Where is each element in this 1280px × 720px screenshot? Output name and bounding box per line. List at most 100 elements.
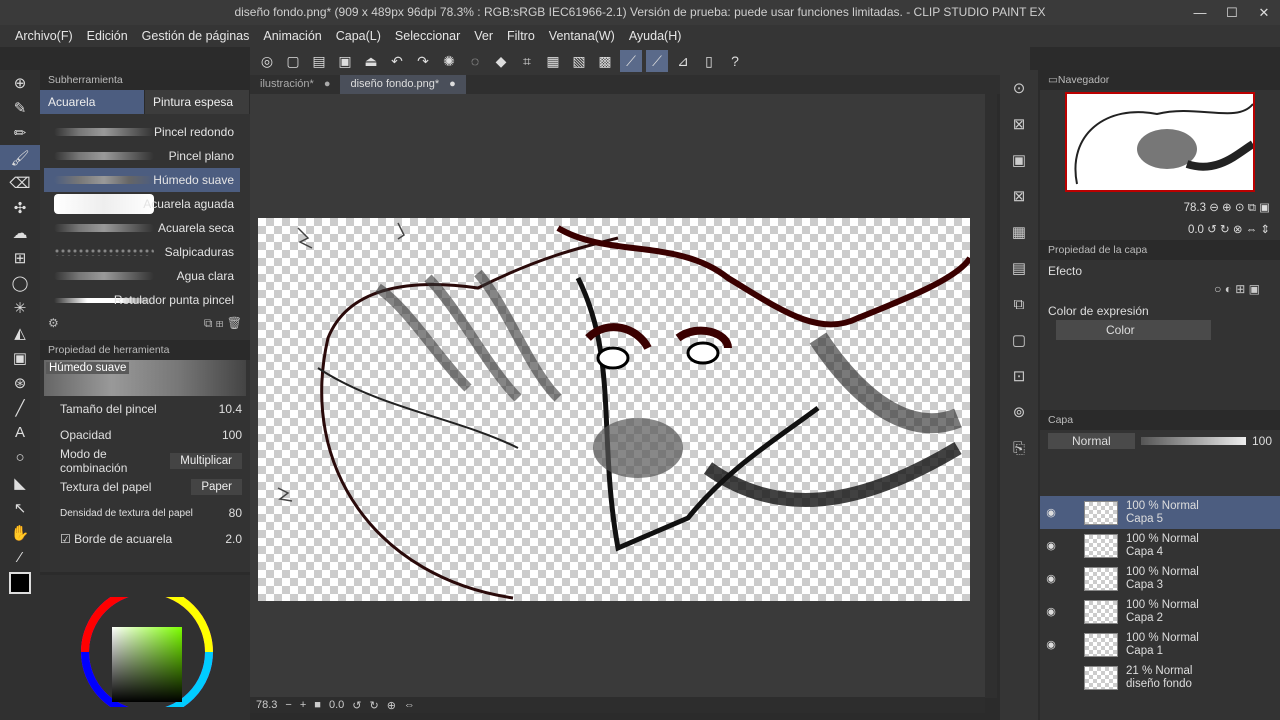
layer-search-icon[interactable]: ▣	[1000, 142, 1038, 178]
history-icon[interactable]: ▢	[1000, 322, 1038, 358]
brush-size-value[interactable]: 10.4	[219, 402, 242, 416]
navigator-thumbnail[interactable]	[1065, 92, 1256, 192]
auto-action-icon[interactable]: ⊡	[1000, 358, 1038, 394]
visibility-eye-icon[interactable]: ◉	[1042, 638, 1060, 651]
line-tool-icon[interactable]: ╱	[0, 395, 40, 420]
crop-icon[interactable]: ▧	[568, 50, 590, 72]
color-wheel[interactable]	[80, 597, 215, 707]
menu-view[interactable]: Ver	[467, 29, 500, 43]
blend-select[interactable]: Multiplicar	[170, 453, 242, 469]
maximize-button[interactable]: ☐	[1216, 0, 1248, 25]
layer-row[interactable]: ◉21 % Normaldiseño fondo	[1040, 661, 1280, 694]
hand-tool-icon[interactable]: ✋	[0, 520, 40, 545]
undo-icon[interactable]: ↶	[386, 50, 408, 72]
checkbox-icon[interactable]: ☑	[60, 532, 71, 546]
layer-opacity-value[interactable]: 100	[1252, 434, 1272, 448]
layer-row[interactable]: ◉ 100 % Normal Capa 2	[1040, 595, 1280, 628]
open-folder-icon[interactable]: ▤	[308, 50, 330, 72]
balloon-tool-icon[interactable]: ○	[0, 445, 40, 470]
brush-item[interactable]: Acuarela seca	[44, 216, 240, 240]
decoration-tool-icon[interactable]: ✣	[0, 195, 40, 220]
flip-icon[interactable]: ⇔	[404, 699, 415, 711]
close-tab-icon[interactable]: ●	[324, 75, 331, 94]
vertical-scrollbar[interactable]	[985, 94, 997, 698]
pen-tool-icon[interactable]: ✎	[0, 95, 40, 120]
add-subtool-icon[interactable]: ⊞	[216, 316, 224, 330]
layer-row[interactable]: ◉ 100 % Normal Capa 5	[1040, 496, 1280, 529]
save-icon[interactable]: ▣	[334, 50, 356, 72]
menu-select[interactable]: Seleccionar	[388, 29, 467, 43]
layer-blend-select[interactable]: Normal	[1048, 433, 1135, 449]
menu-animation[interactable]: Animación	[256, 29, 328, 43]
item-bank-icon[interactable]: ▤	[1000, 250, 1038, 286]
delete-subtool-icon[interactable]: 🗑	[227, 316, 242, 330]
sub-view-icon[interactable]: ▦	[1000, 214, 1038, 250]
search-icon[interactable]: ⊙	[1000, 70, 1038, 106]
ruler-tool-icon[interactable]: ◣	[0, 470, 40, 495]
loading-icon[interactable]: ✺	[438, 50, 460, 72]
text-tool-icon[interactable]: A	[0, 420, 40, 445]
navigator-zoom[interactable]: 78.3	[1184, 202, 1206, 214]
menu-pages[interactable]: Gestión de páginas	[135, 29, 257, 43]
lasso-tool-icon[interactable]: ◯	[0, 270, 40, 295]
close-tab-icon[interactable]: ●	[449, 75, 456, 94]
zoom-in-icon[interactable]: +	[300, 699, 306, 711]
effect-icons[interactable]: ○ ◐ ⊞ ▣	[1040, 282, 1280, 296]
auto-select-tool-icon[interactable]: ✳	[0, 295, 40, 320]
brush-item[interactable]: Agua clara	[44, 264, 240, 288]
brush-item[interactable]: Acuarela aguada	[44, 192, 240, 216]
object-tool-icon[interactable]: ↖	[0, 495, 40, 520]
visibility-eye-icon[interactable]: ◉	[1042, 572, 1060, 585]
rotate-right-icon[interactable]: ↻	[369, 699, 378, 712]
export-icon[interactable]: ⏏	[360, 50, 382, 72]
doc-tab-diseno-fondo[interactable]: diseño fondo.png* ●	[340, 75, 466, 94]
fill-icon[interactable]: ◆	[490, 50, 512, 72]
menu-file[interactable]: Archivo(F)	[8, 29, 80, 43]
expression-select[interactable]: Color	[1056, 320, 1211, 340]
device-icon[interactable]: ▯	[698, 50, 720, 72]
doc-tab-ilustracion[interactable]: ilustración* ●	[250, 75, 340, 94]
opacity-value[interactable]: 100	[222, 428, 242, 442]
layer-row[interactable]: ◉ 100 % Normal Capa 3	[1040, 562, 1280, 595]
layer-row[interactable]: ◉ 100 % Normal Capa 4	[1040, 529, 1280, 562]
layer-opacity-slider[interactable]	[1140, 437, 1246, 445]
grid-snap-icon[interactable]: ⊿	[672, 50, 694, 72]
subtool-settings-icon[interactable]: ⚙	[48, 316, 59, 331]
color-picker-tool-icon[interactable]: ⁄	[0, 545, 40, 570]
brush-item[interactable]: Pincel plano	[44, 144, 240, 168]
help-icon[interactable]: ?	[724, 50, 746, 72]
visibility-eye-icon[interactable]: ◉	[1042, 605, 1060, 618]
reset-rotation-icon[interactable]: ⊕	[387, 699, 396, 712]
blend-tool-icon[interactable]: ☁	[0, 220, 40, 245]
main-color-swatch[interactable]	[0, 570, 40, 595]
material-2-icon[interactable]: ⊠	[1000, 178, 1038, 214]
brush-item[interactable]: Húmedo suave	[44, 168, 240, 192]
timeline-icon[interactable]: ⧉	[1000, 286, 1038, 322]
visibility-eye-icon[interactable]: ◉	[1042, 506, 1060, 519]
menu-help[interactable]: Ayuda(H)	[622, 29, 689, 43]
companion-icon[interactable]: ⊚	[1000, 394, 1038, 430]
deselect-icon[interactable]: ▦	[542, 50, 564, 72]
close-button[interactable]: ✕	[1248, 0, 1280, 25]
pencil-tool-icon[interactable]: ✏	[0, 120, 40, 145]
brush-tool-icon[interactable]: 🖌	[0, 145, 40, 170]
gradient-tool-icon[interactable]: ▣	[0, 345, 40, 370]
menu-window[interactable]: Ventana(W)	[542, 29, 622, 43]
brush-item[interactable]: Pincel redondo	[44, 120, 240, 144]
fit-icon[interactable]: ■	[314, 699, 321, 711]
clip-studio-icon[interactable]: ◎	[256, 50, 278, 72]
zoom-readout[interactable]: 78.3	[256, 699, 277, 711]
airbrush-tool-icon[interactable]: ⊞	[0, 245, 40, 270]
selection-icon[interactable]: ▩	[594, 50, 616, 72]
navigator-rotation[interactable]: 0.0	[1188, 224, 1204, 236]
brush-item[interactable]: Rotulador punta pincel	[44, 288, 240, 312]
redo-icon[interactable]: ↷	[412, 50, 434, 72]
minimize-button[interactable]: —	[1184, 0, 1216, 25]
eraser-tool-icon[interactable]: ⌫	[0, 170, 40, 195]
rotate-left-icon[interactable]: ↺	[352, 699, 361, 712]
visibility-eye-icon[interactable]: ◉	[1042, 539, 1060, 552]
menu-filter[interactable]: Filtro	[500, 29, 542, 43]
angle-readout[interactable]: 0.0	[329, 699, 344, 711]
menu-layer[interactable]: Capa(L)	[329, 29, 388, 43]
texture-select[interactable]: Paper	[191, 479, 242, 495]
